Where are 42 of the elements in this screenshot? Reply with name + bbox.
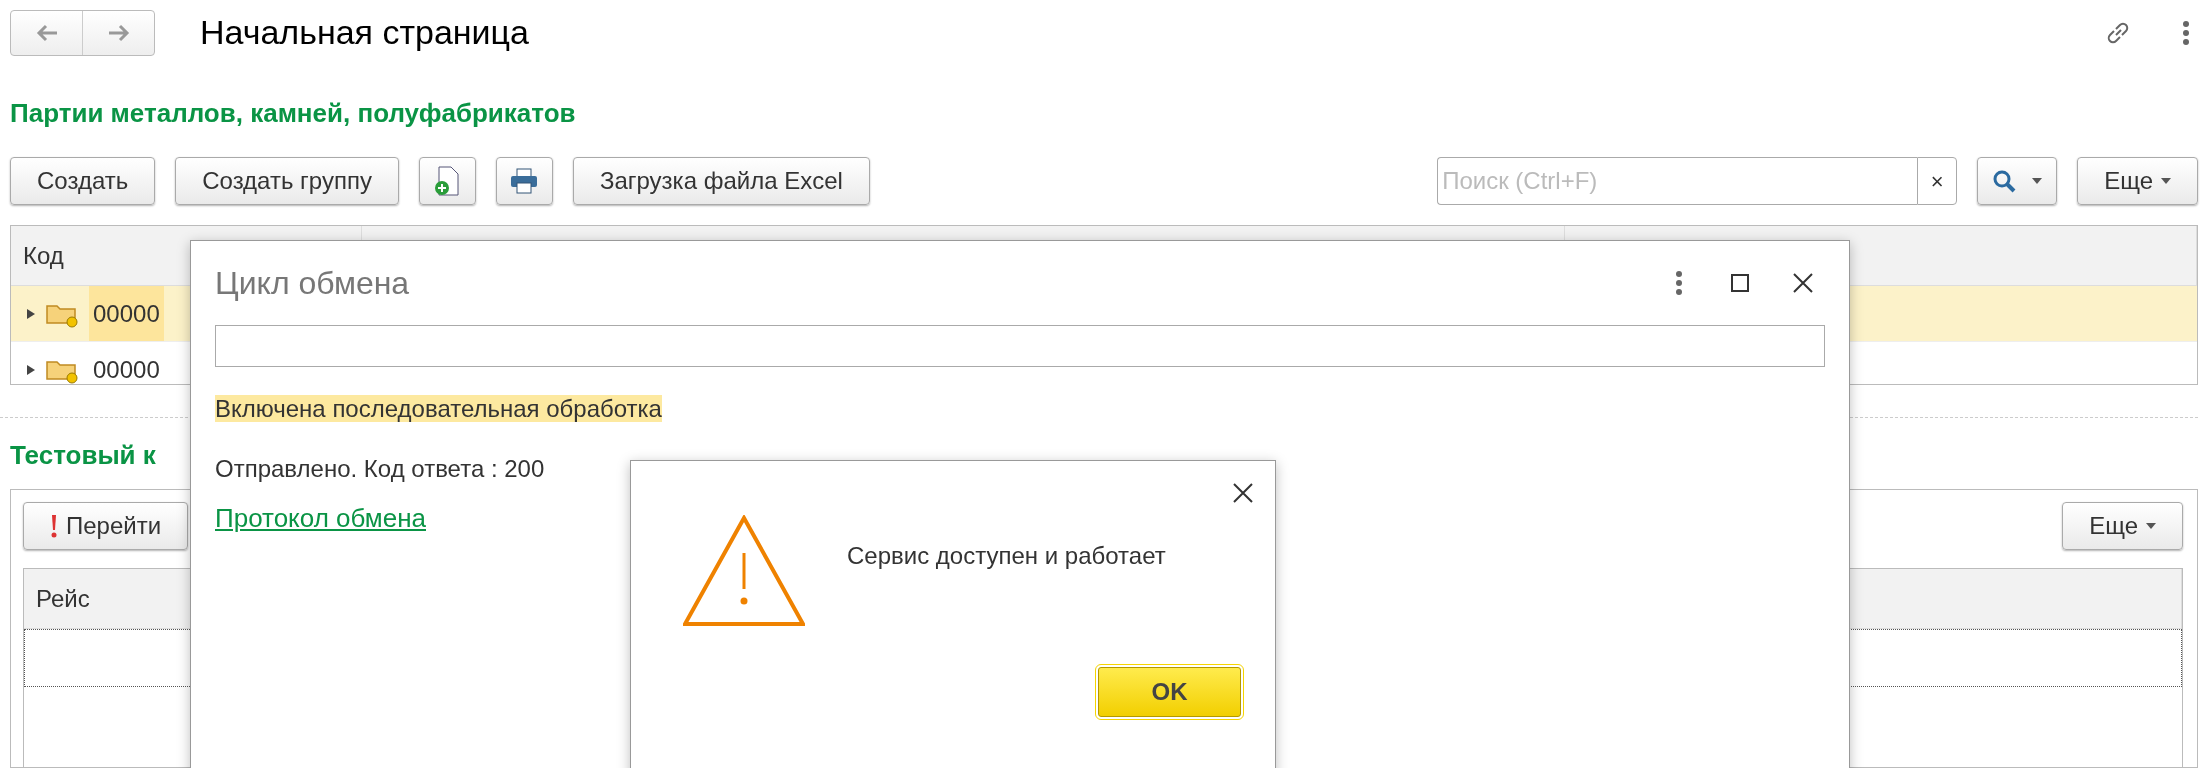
more-button[interactable]: Еще (2062, 502, 2183, 550)
more-label: Еще (2089, 511, 2138, 541)
notice-text: Включена последовательная обработка (215, 395, 662, 422)
search-button[interactable] (1977, 157, 2058, 205)
add-document-icon (434, 166, 461, 196)
close-icon[interactable] (1233, 483, 1253, 503)
table-cell-text: 00000 (92, 354, 161, 384)
ok-button[interactable]: OK (1098, 667, 1241, 717)
printer-icon (510, 168, 539, 194)
status-text: Отправлено. Код ответа : 200 (215, 454, 546, 484)
go-label: Перейти (66, 511, 162, 541)
page-title: Начальная страница (200, 12, 529, 53)
more-options-icon[interactable] (2182, 19, 2190, 46)
search-field[interactable]: Поиск (Ctrl+F) (1437, 157, 1918, 205)
more-button[interactable]: Еще (2077, 157, 2198, 205)
expand-arrow-icon[interactable] (27, 364, 35, 375)
forward-arrow-icon (107, 23, 130, 42)
caret-icon (2032, 178, 2043, 184)
text-field[interactable] (215, 325, 1825, 367)
table-cell: 00000 (89, 286, 164, 341)
maximize-icon[interactable] (1731, 274, 1749, 292)
print-button[interactable] (495, 157, 553, 205)
section-title: Партии металлов, камней, полуфабрикатов (10, 97, 577, 130)
go-button[interactable]: Перейти (23, 502, 189, 550)
caret-icon (2146, 523, 2156, 529)
more-label: Еще (2104, 166, 2153, 196)
expand-arrow-icon[interactable] (27, 308, 35, 319)
clear-search-button[interactable]: × (1917, 157, 1958, 205)
exclamation-icon (50, 514, 58, 538)
search-icon (1992, 169, 2017, 193)
more-options-icon[interactable] (1675, 270, 1683, 296)
add-document-button[interactable] (418, 157, 476, 205)
toolbar-button[interactable]: Создать (10, 157, 156, 205)
exchange-log-link[interactable]: Протокол обмена (215, 503, 426, 533)
message-text: Сервис доступен и работает (847, 541, 1166, 571)
warning-icon (683, 515, 805, 627)
back-arrow-icon (35, 23, 58, 42)
close-icon[interactable] (1793, 273, 1813, 293)
toolbar-button[interactable]: Загрузка файла Excel (572, 157, 870, 205)
caret-icon (2161, 178, 2171, 184)
section-title: Тестовый к (10, 439, 156, 472)
toolbar-button[interactable]: Создать группу (175, 157, 399, 205)
